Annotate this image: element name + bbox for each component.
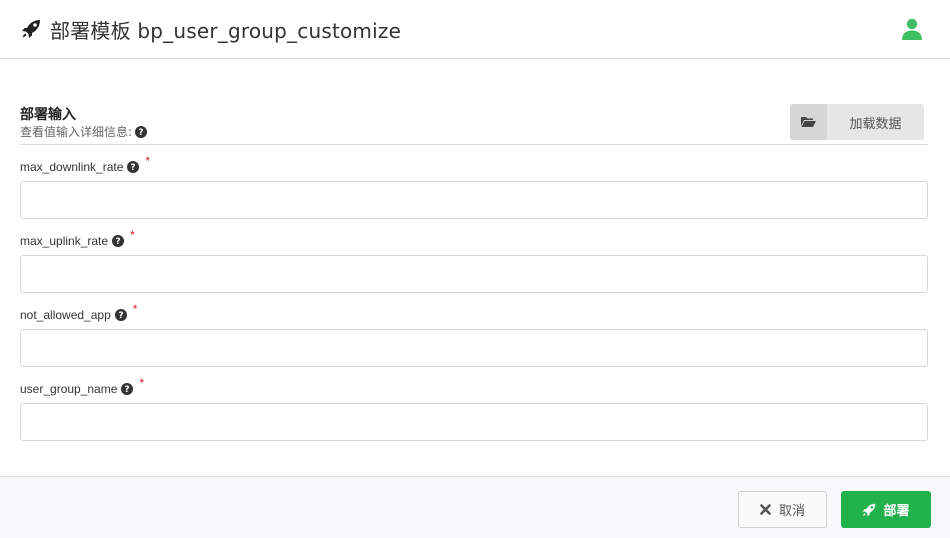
required-mark: * <box>132 302 138 316</box>
field-label-text: not_allowed_app <box>20 308 111 322</box>
modal-footer: 取消 部署 <box>0 476 950 538</box>
section-subtitle-text: 查看值输入详细信息: <box>20 125 133 139</box>
required-mark: * <box>130 228 135 242</box>
user-icon[interactable] <box>900 17 924 41</box>
svg-text:?: ? <box>131 163 136 173</box>
question-circle-icon[interactable]: ? <box>114 309 127 321</box>
svg-text:?: ? <box>115 237 120 247</box>
load-data-icon-wrap <box>790 104 827 140</box>
field-label-text: max_downlink_rate <box>20 160 124 174</box>
load-data-label: 加载数据 <box>849 116 902 132</box>
required-mark: * <box>139 376 145 390</box>
question-circle-icon[interactable]: ? <box>121 383 134 395</box>
deploy-label: 部署 <box>883 504 910 519</box>
question-circle-icon[interactable]: ? <box>112 235 125 247</box>
not-allowed-app-input[interactable] <box>20 329 928 367</box>
cancel-label: 取消 <box>778 504 805 519</box>
field-label-max-uplink-rate: max_uplink_rate ? * <box>20 228 135 248</box>
modal-header: 部署模板 bp_user_group_customize <box>0 0 950 59</box>
section-subtitle: 查看值输入详细信息: ? <box>20 123 148 140</box>
close-icon <box>760 504 771 515</box>
max-downlink-rate-input[interactable] <box>20 181 928 219</box>
page-title: 部署模板 bp_user_group_customize <box>50 18 402 43</box>
user-group-name-input[interactable] <box>20 403 928 441</box>
svg-text:?: ? <box>125 385 130 395</box>
title-wrap: 部署模板 bp_user_group_customize <box>21 16 402 43</box>
deploy-input-section: 部署输入 查看值输入详细信息: ? 加载数据 <box>20 104 928 145</box>
question-circle-icon[interactable]: ? <box>135 125 148 138</box>
field-label-text: user_group_name <box>20 382 118 396</box>
cancel-button[interactable]: 取消 <box>738 491 827 528</box>
rocket-icon <box>22 20 40 38</box>
section-title: 部署输入 <box>20 107 76 123</box>
folder-open-icon <box>801 117 816 127</box>
svg-text:?: ? <box>138 128 143 138</box>
required-mark: * <box>145 154 151 168</box>
load-data-button[interactable]: 加载数据 <box>790 104 924 140</box>
field-label-max-downlink-rate: max_downlink_rate ? * <box>20 154 150 174</box>
field-label-text: max_uplink_rate <box>20 234 109 248</box>
rocket-icon <box>863 503 876 516</box>
field-label-user-group-name: user_group_name ? * <box>20 376 144 396</box>
max-uplink-rate-input[interactable] <box>20 255 928 293</box>
deploy-button[interactable]: 部署 <box>841 491 931 528</box>
field-label-not-allowed-app: not_allowed_app ? * <box>20 302 137 322</box>
svg-text:?: ? <box>118 311 123 321</box>
question-circle-icon[interactable]: ? <box>127 161 140 173</box>
